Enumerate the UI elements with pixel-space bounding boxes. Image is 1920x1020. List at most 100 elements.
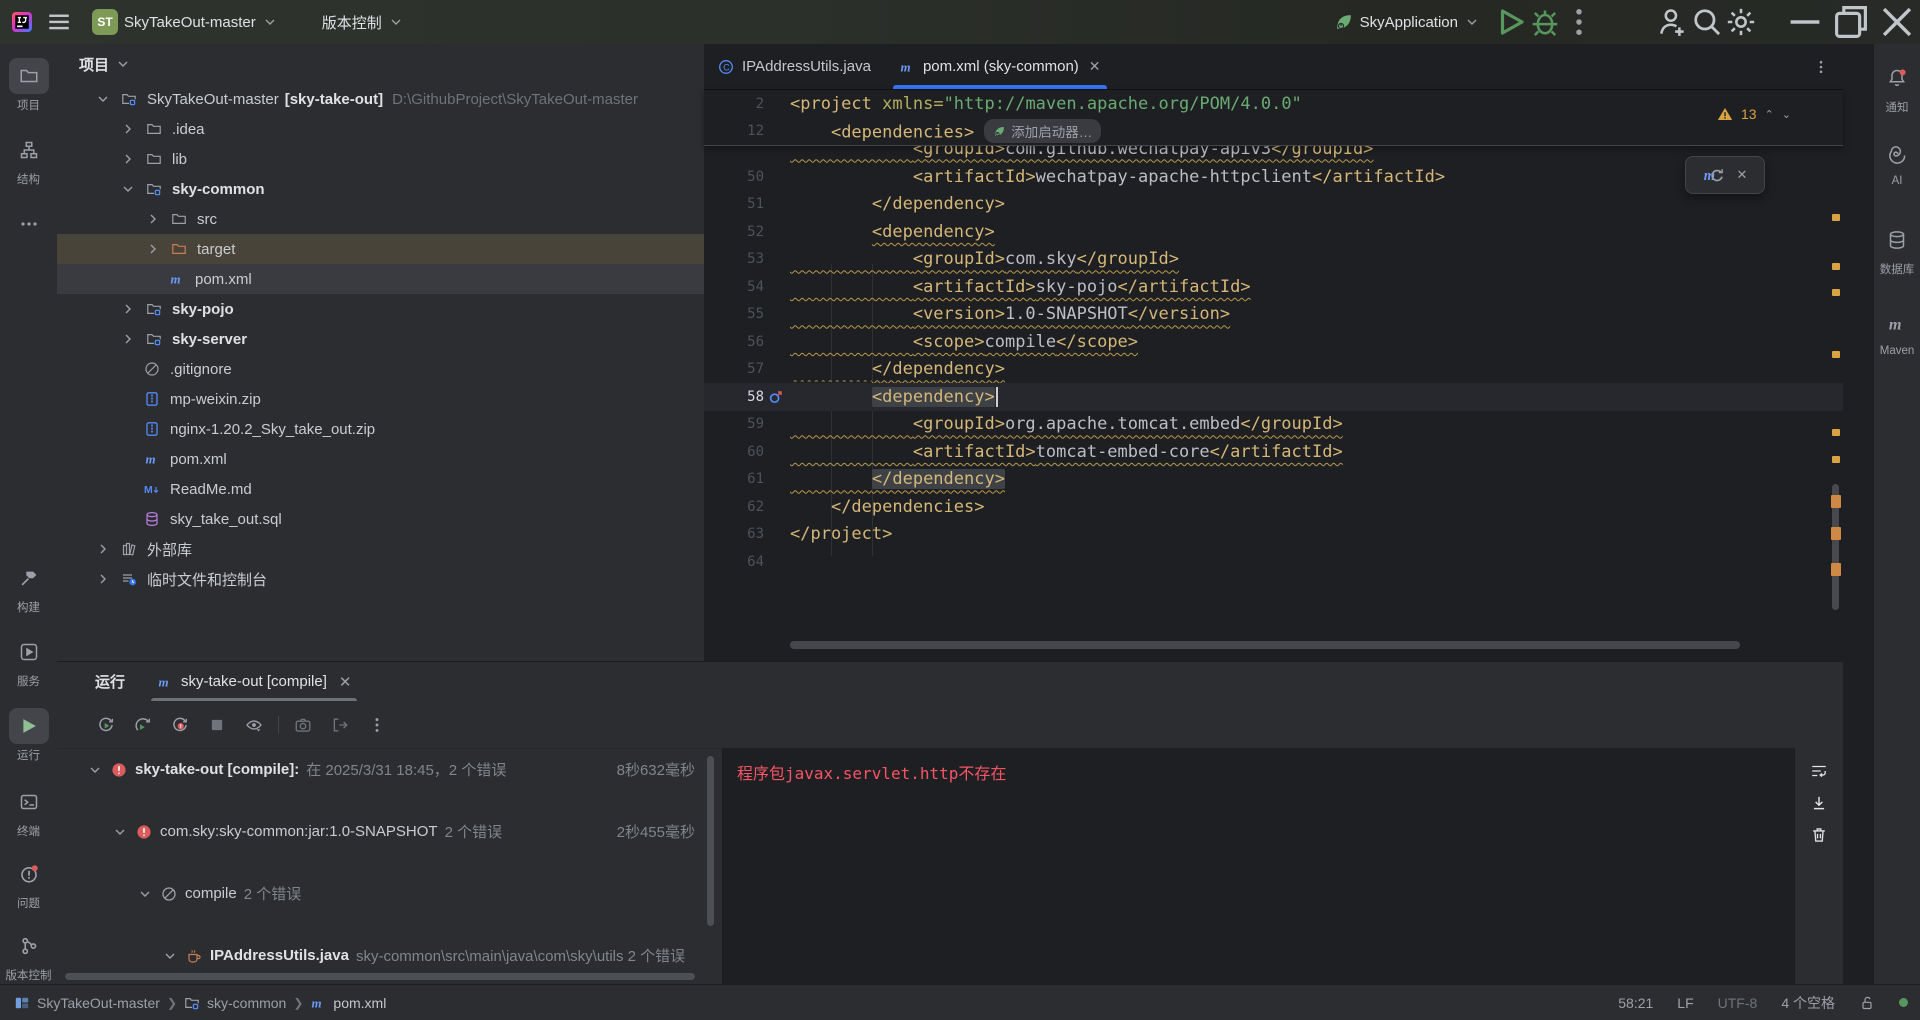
chevron-down-icon[interactable] (115, 56, 131, 72)
project-tree-item--[interactable]: 临时文件和控制台 (57, 564, 704, 594)
vcs-widget[interactable]: 版本控制 (316, 8, 410, 37)
left-stripe-item-终端[interactable]: 终端 (0, 784, 57, 839)
code-line-58[interactable]: 58 <dependency> (704, 383, 1843, 411)
rerun-failed-button[interactable] (167, 712, 193, 738)
build-tree-item-3[interactable]: IPAddressUtils.java sky-common\src\main\j… (57, 940, 717, 971)
debug-button[interactable] (1528, 0, 1562, 44)
left-stripe-item-版本控制[interactable]: 版本控制 (0, 928, 57, 983)
code-line-55[interactable]: 55 <version>1.0-SNAPSHOT</version> (704, 301, 1843, 329)
chevron-right-icon[interactable] (95, 541, 111, 557)
project-tree-item-sky-pojo[interactable]: sky-pojo (57, 294, 704, 324)
warning-mark[interactable] (1831, 563, 1841, 576)
warning-mark[interactable] (1832, 429, 1840, 436)
tab-options-button[interactable] (1813, 59, 1829, 75)
code-line-61[interactable]: 61 </dependency> (704, 466, 1843, 494)
more-options-button[interactable] (364, 712, 390, 738)
project-tree-item-mp-weixin.zip[interactable]: mp-weixin.zip (57, 384, 704, 414)
search-everywhere-button[interactable] (1690, 0, 1724, 44)
screenshot-button[interactable] (290, 712, 316, 738)
close-icon[interactable]: ✕ (1737, 167, 1748, 183)
build-tree-item-0[interactable]: sky-take-out [compile]: 在 2025/3/31 18:45… (57, 754, 717, 785)
left-stripe-item-结构[interactable]: 结构 (0, 132, 57, 187)
export-button[interactable] (327, 712, 353, 738)
code-line-51[interactable]: 51 </dependency> (704, 191, 1843, 219)
warning-mark[interactable] (1832, 289, 1840, 296)
chevron-down-icon[interactable] (87, 762, 103, 778)
maven-reload-icon[interactable]: m (1703, 164, 1725, 186)
code-line-63[interactable]: 63 </project> (704, 521, 1843, 549)
warning-mark[interactable] (1831, 527, 1841, 540)
project-tree-item-src[interactable]: src (57, 204, 704, 234)
left-stripe-item-more[interactable] (0, 206, 57, 242)
next-problem-icon[interactable]: ⌄ (1782, 108, 1791, 121)
run-button[interactable] (1494, 0, 1528, 44)
close-tab-icon[interactable]: ✕ (339, 673, 352, 691)
right-stripe-item-通知[interactable]: 通知 (1874, 60, 1920, 115)
right-stripe-item-Maven[interactable]: m Maven (1874, 306, 1920, 357)
left-stripe-item-问题[interactable]: 问题 (0, 856, 57, 911)
chevron-down-icon[interactable] (162, 948, 178, 964)
code-with-me-button[interactable] (1656, 0, 1690, 44)
file-encoding[interactable]: UTF-8 (1718, 995, 1758, 1011)
caret-position[interactable]: 58:21 (1618, 995, 1653, 1011)
chevron-right-icon[interactable] (120, 121, 136, 137)
horizontal-scrollbar[interactable] (65, 973, 695, 980)
code-line-64[interactable]: 64 (704, 548, 1843, 576)
warning-mark[interactable] (1832, 214, 1840, 221)
code-line-50[interactable]: 50 <artifactId>wechatpay-apache-httpclie… (704, 163, 1843, 191)
build-tree-item-1[interactable]: com.sky:sky-common:jar:1.0-SNAPSHOT 2 个错误… (57, 816, 717, 847)
project-widget[interactable]: ST SkyTakeOut-master (86, 5, 284, 39)
warning-mark[interactable] (1832, 263, 1840, 270)
line-ending[interactable]: LF (1677, 995, 1693, 1011)
chevron-right-icon[interactable] (145, 211, 161, 227)
code-line-57[interactable]: 57 </dependency> (704, 356, 1843, 384)
clear-all-button[interactable] (1810, 826, 1828, 844)
soft-wrap-button[interactable] (1810, 762, 1828, 780)
project-tree-item-sky-server[interactable]: sky-server (57, 324, 704, 354)
code-line-62[interactable]: 62 </dependencies> (704, 493, 1843, 521)
maven-reload-popup[interactable]: m ✕ (1685, 156, 1765, 194)
left-stripe-item-项目[interactable]: 项目 (0, 58, 57, 113)
project-tree-item-pom.xml[interactable]: m pom.xml (57, 264, 704, 294)
project-tree-item-sky-common[interactable]: sky-common (57, 174, 704, 204)
project-tree-item-.gitignore[interactable]: .gitignore (57, 354, 704, 384)
project-tree-item-.idea[interactable]: .idea (57, 114, 704, 144)
tab-pom-xml[interactable]: m pom.xml (sky-common) ✕ (885, 44, 1115, 89)
breadcrumb-module[interactable]: sky-common (207, 995, 286, 1011)
code-line-52[interactable]: 52 <dependency> (704, 218, 1843, 246)
code-line[interactable]: <groupId>com.github.wechatpay-apiv3</gro… (704, 146, 1843, 163)
left-stripe-item-运行[interactable]: 运行 (0, 708, 57, 763)
restore-button[interactable] (1828, 0, 1874, 44)
chevron-down-icon[interactable] (112, 824, 128, 840)
horizontal-scrollbar[interactable] (790, 641, 1740, 649)
project-tree-item-pom.xml[interactable]: m pom.xml (57, 444, 704, 474)
stop-button[interactable] (204, 712, 230, 738)
warning-mark[interactable] (1832, 456, 1840, 463)
chevron-right-icon[interactable] (95, 571, 111, 587)
chevron-down-icon[interactable] (137, 886, 153, 902)
close-button[interactable] (1874, 0, 1920, 44)
run-configuration-selector[interactable]: SkyApplication (1334, 12, 1480, 32)
filter-view-button[interactable] (241, 712, 267, 738)
project-tree-item-nginx-1.20.2_sky_take_out.zip[interactable]: nginx-1.20.2_Sky_take_out.zip (57, 414, 704, 444)
right-stripe-item-数据库[interactable]: 数据库 (1874, 222, 1920, 277)
project-tree-item--[interactable]: 外部库 (57, 534, 704, 564)
inspections-widget[interactable]: 13 ⌃ ⌄ (1717, 106, 1791, 122)
chevron-down-icon[interactable] (95, 91, 111, 107)
chevron-right-icon[interactable] (120, 301, 136, 317)
code-line-54[interactable]: 54 <artifactId>sky-pojo</artifactId> (704, 273, 1843, 301)
rerun-button[interactable] (93, 712, 119, 738)
left-stripe-item-服务[interactable]: 服务 (0, 634, 57, 689)
project-tree-item-lib[interactable]: lib (57, 144, 704, 174)
chevron-right-icon[interactable] (145, 241, 161, 257)
status-green-icon[interactable] (1899, 998, 1908, 1007)
tab-ipaddressutils[interactable]: C IPAddressUtils.java (704, 44, 885, 89)
unlock-icon[interactable] (1859, 995, 1875, 1011)
warning-mark[interactable] (1831, 495, 1841, 508)
close-tab-icon[interactable]: ✕ (1089, 58, 1101, 75)
more-actions-button[interactable] (1562, 0, 1596, 44)
project-tree-item-target[interactable]: target (57, 234, 704, 264)
rerun-debug-button[interactable] (130, 712, 156, 738)
breadcrumb-file[interactable]: pom.xml (333, 995, 386, 1011)
scroll-to-end-button[interactable] (1810, 794, 1828, 812)
